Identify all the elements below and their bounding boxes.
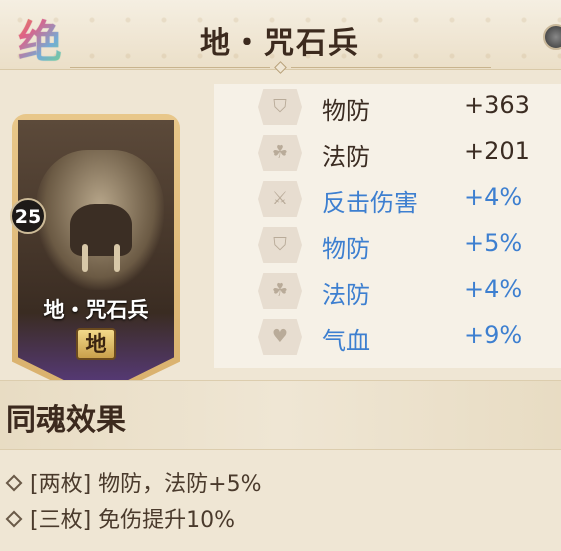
level-badge: 25 <box>10 198 46 234</box>
set-effect-header: 同魂效果 <box>0 380 561 450</box>
page-title: 地・咒石兵 <box>200 26 360 61</box>
set-effect-title: 同魂效果 <box>6 403 126 438</box>
set-effect-text: [三枚] 免伤提升10% <box>30 508 236 533</box>
stat-value: +4% <box>464 183 523 211</box>
soul-card-panel: 地・咒石兵 地 25 <box>0 70 210 402</box>
rarity-badge: 绝 <box>18 6 62 70</box>
stat-row: ♥ 气血 +9% <box>214 314 561 360</box>
soul-card-art: 地・咒石兵 地 <box>18 120 174 396</box>
stone-soldier-face <box>70 204 132 256</box>
set-effect-item: [三枚] 免伤提升10% <box>5 502 236 534</box>
stat-value: +9% <box>464 321 523 349</box>
stone-soldier-fang <box>82 244 88 272</box>
stat-row: ☘ 法防 +201 <box>214 130 561 176</box>
element-badge: 地 <box>76 328 116 360</box>
soul-card-name: 地・咒石兵 <box>43 298 149 322</box>
stat-name: 法防 <box>322 143 370 171</box>
stat-row: ⛉ 物防 +5% <box>214 222 561 268</box>
stat-list: ⛉ 物防 +363 ☘ 法防 +201 ⚔ 反击伤害 +4% ⛉ 物防 +5% … <box>214 84 561 368</box>
stat-row: ⛉ 物防 +363 <box>214 84 561 130</box>
stat-value: +5% <box>464 229 523 257</box>
counter-damage-icon: ⚔ <box>258 181 302 217</box>
set-effect-item: [两枚] 物防，法防+5% <box>5 466 262 498</box>
magic-defense-icon: ☘ <box>258 135 302 171</box>
title-divider-left <box>70 67 270 68</box>
title-divider-right <box>291 67 491 68</box>
physical-defense-icon: ⛉ <box>258 89 302 125</box>
diamond-bullet-icon <box>5 474 23 492</box>
header-bar: 绝 地・咒石兵 <box>0 0 561 74</box>
stat-value: +363 <box>464 91 530 119</box>
stat-name: 气血 <box>322 327 370 355</box>
stat-name: 物防 <box>322 235 370 263</box>
set-effect-text: [两枚] 物防，法防+5% <box>30 472 262 497</box>
stat-name: 法防 <box>322 281 370 309</box>
stat-value: +4% <box>464 275 523 303</box>
stat-name: 物防 <box>322 97 370 125</box>
stat-row: ⚔ 反击伤害 +4% <box>214 176 561 222</box>
stone-soldier-fang <box>114 244 120 272</box>
stat-value: +201 <box>464 137 530 165</box>
stat-name: 反击伤害 <box>322 189 418 217</box>
hp-icon: ♥ <box>258 319 302 355</box>
physical-defense-icon: ⛉ <box>258 227 302 263</box>
soul-card[interactable]: 地・咒石兵 地 <box>12 114 180 402</box>
magic-defense-icon: ☘ <box>258 273 302 309</box>
diamond-bullet-icon <box>5 510 23 528</box>
stat-row: ☘ 法防 +4% <box>214 268 561 314</box>
